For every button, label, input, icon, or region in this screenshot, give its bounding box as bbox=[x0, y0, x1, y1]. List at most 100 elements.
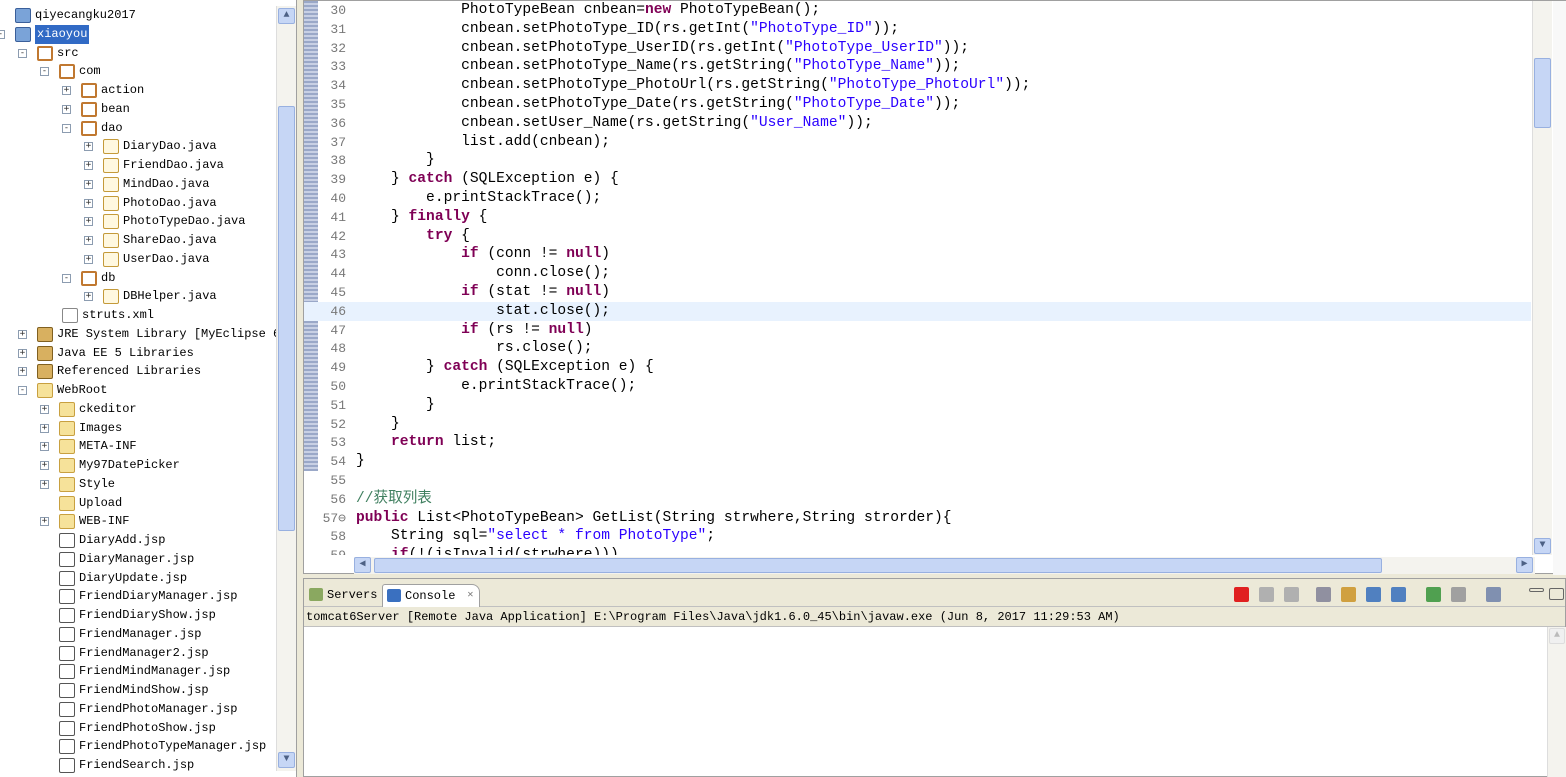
code-line[interactable]: 38 } bbox=[304, 151, 1531, 170]
scroll-thumb[interactable] bbox=[1534, 58, 1551, 128]
tree-item[interactable]: FriendManager.jsp bbox=[0, 625, 276, 644]
expand-icon[interactable]: + bbox=[18, 329, 27, 339]
tree-item[interactable]: FriendMindManager.jsp bbox=[0, 662, 276, 681]
expand-icon[interactable]: + bbox=[62, 104, 71, 114]
scroll-up-arrow-icon[interactable]: ▲ bbox=[278, 8, 295, 24]
scroll-thumb[interactable] bbox=[278, 106, 295, 531]
tree-item[interactable]: struts.xml bbox=[0, 306, 276, 325]
tree-item[interactable]: FriendSearch.jsp bbox=[0, 756, 276, 775]
tree-item[interactable]: FriendPhotoTypeManager.jsp bbox=[0, 737, 276, 756]
expand-icon[interactable]: + bbox=[84, 236, 93, 245]
code-line[interactable]: 35 cnbean.setPhotoType_Date(rs.getString… bbox=[304, 95, 1531, 114]
expand-icon[interactable]: + bbox=[40, 423, 49, 433]
open-console-icon[interactable] bbox=[1486, 587, 1501, 602]
expand-icon[interactable]: + bbox=[40, 442, 49, 452]
tree-item[interactable]: DiaryUpdate.jsp bbox=[0, 569, 276, 588]
display-console-icon[interactable] bbox=[1451, 587, 1466, 602]
code-line[interactable]: 53 return list; bbox=[304, 433, 1531, 452]
tree-item[interactable]: FriendDiaryShow.jsp bbox=[0, 606, 276, 625]
code-line[interactable]: 30 PhotoTypeBean cnbean=new PhotoTypeBea… bbox=[304, 1, 1531, 20]
scroll-up-arrow-icon[interactable]: ▲ bbox=[1549, 628, 1565, 644]
tree-item[interactable]: - db bbox=[0, 269, 276, 288]
scroll-left-arrow-icon[interactable]: ◀ bbox=[354, 557, 371, 573]
console-vertical-scrollbar[interactable]: ▲ bbox=[1547, 627, 1566, 777]
tree-item[interactable]: FriendPhotoManager.jsp bbox=[0, 700, 276, 719]
code-editor[interactable]: 30 PhotoTypeBean cnbean=new PhotoTypeBea… bbox=[303, 0, 1566, 575]
code-line[interactable]: 46 stat.close(); bbox=[304, 301, 1531, 321]
code-line[interactable]: 39 } catch (SQLException e) { bbox=[304, 170, 1531, 189]
code-line[interactable]: 45 if (stat != null) bbox=[304, 283, 1531, 302]
tree-item[interactable]: qiyecangku2017 bbox=[0, 6, 276, 25]
code-line[interactable]: 34 cnbean.setPhotoType_PhotoUrl(rs.getSt… bbox=[304, 76, 1531, 95]
editor-vertical-scrollbar[interactable]: ▼ bbox=[1532, 1, 1552, 555]
tree-item[interactable]: + MindDao.java bbox=[0, 175, 276, 194]
tree-item[interactable]: + My97DatePicker bbox=[0, 456, 276, 475]
code-line[interactable]: 40 e.printStackTrace(); bbox=[304, 189, 1531, 208]
terminate-icon[interactable] bbox=[1234, 587, 1249, 602]
collapse-icon[interactable]: - bbox=[62, 273, 71, 283]
tab-console[interactable]: Console ✕ bbox=[382, 584, 481, 607]
expand-icon[interactable]: + bbox=[84, 179, 93, 189]
pin-console-icon[interactable] bbox=[1426, 587, 1441, 602]
scroll-right-arrow-icon[interactable]: ▶ bbox=[1516, 557, 1533, 573]
collapse-icon[interactable]: - bbox=[18, 386, 27, 395]
tree-item[interactable]: + PhotoTypeDao.java bbox=[0, 212, 276, 231]
tree-item[interactable]: - dao bbox=[0, 119, 276, 138]
pin-icon[interactable] bbox=[1341, 587, 1356, 602]
expand-icon[interactable]: + bbox=[62, 86, 71, 95]
collapse-icon[interactable]: - bbox=[62, 123, 71, 133]
tree-item[interactable]: DiaryAdd.jsp bbox=[0, 531, 276, 550]
code-line[interactable]: 59 if(!(isInvalid(strwhere))) bbox=[304, 546, 1531, 555]
collapse-icon[interactable]: - bbox=[0, 29, 5, 39]
expand-icon[interactable]: + bbox=[84, 198, 93, 208]
tree-item[interactable]: + WEB-INF bbox=[0, 512, 276, 531]
tree-item[interactable]: + FriendDao.java bbox=[0, 156, 276, 175]
code-line[interactable]: 36 cnbean.setUser_Name(rs.getString("Use… bbox=[304, 114, 1531, 133]
tab-servers[interactable]: Servers bbox=[305, 584, 383, 607]
expand-icon[interactable]: + bbox=[18, 348, 27, 358]
code-line[interactable]: 48 rs.close(); bbox=[304, 339, 1531, 358]
code-line[interactable]: 58 String sql="select * from PhotoType"; bbox=[304, 527, 1531, 546]
scroll-down-arrow-icon[interactable]: ▼ bbox=[1534, 538, 1551, 554]
code-line[interactable]: 33 cnbean.setPhotoType_Name(rs.getString… bbox=[304, 57, 1531, 76]
expand-icon[interactable]: + bbox=[84, 217, 93, 227]
show-stderr-icon[interactable] bbox=[1391, 587, 1406, 602]
tree-item[interactable]: + Style bbox=[0, 475, 276, 494]
code-line[interactable]: 32 cnbean.setPhotoType_UserID(rs.getInt(… bbox=[304, 39, 1531, 58]
tree-item[interactable]: - WebRoot bbox=[0, 381, 276, 400]
code-line[interactable]: 42 try { bbox=[304, 227, 1531, 246]
remove-launch-icon[interactable] bbox=[1259, 587, 1274, 602]
expand-icon[interactable]: + bbox=[40, 404, 49, 414]
tree-item[interactable]: + DBHelper.java bbox=[0, 287, 276, 306]
tree-item[interactable]: + Images bbox=[0, 419, 276, 438]
tree-item[interactable]: - com bbox=[0, 62, 276, 81]
tree-item[interactable]: + META-INF bbox=[0, 437, 276, 456]
tree-item[interactable]: + UserDao.java bbox=[0, 250, 276, 269]
tree-item[interactable]: FriendMindShow.jsp bbox=[0, 681, 276, 700]
tree-item[interactable]: + ckeditor bbox=[0, 400, 276, 419]
code-line[interactable]: 41 } finally { bbox=[304, 208, 1531, 227]
code-line[interactable]: 49 } catch (SQLException e) { bbox=[304, 358, 1531, 377]
maximize-icon[interactable] bbox=[1549, 588, 1564, 600]
expand-icon[interactable]: + bbox=[40, 479, 49, 489]
tree-item[interactable]: + JRE System Library [MyEclipse 6.5 bbox=[0, 325, 295, 344]
code-line[interactable]: 51 } bbox=[304, 396, 1531, 415]
scroll-thumb[interactable] bbox=[374, 558, 1382, 573]
show-stdout-icon[interactable] bbox=[1366, 587, 1381, 602]
code-line[interactable]: 44 conn.close(); bbox=[304, 264, 1531, 283]
tree-item[interactable]: + DiaryDao.java bbox=[0, 137, 276, 156]
tree-item[interactable]: + Java EE 5 Libraries bbox=[0, 344, 276, 363]
tree-item[interactable]: FriendDiaryManager.jsp bbox=[0, 587, 276, 606]
tree-item[interactable]: - src bbox=[0, 44, 276, 63]
expand-icon[interactable]: + bbox=[40, 517, 49, 527]
tree-vertical-scrollbar[interactable]: ▲ ▼ bbox=[276, 6, 296, 771]
tree-item[interactable]: FriendManager2.jsp bbox=[0, 644, 276, 663]
editor-horizontal-scrollbar[interactable]: ◀ bbox=[354, 557, 1535, 574]
expand-icon[interactable]: + bbox=[84, 161, 93, 170]
code-line[interactable]: 43 if (conn != null) bbox=[304, 245, 1531, 264]
code-line[interactable]: 55 bbox=[304, 471, 1531, 490]
code-line[interactable]: 52 } bbox=[304, 415, 1531, 434]
code-line[interactable]: 54} bbox=[304, 452, 1531, 471]
tree-item[interactable]: DiaryManager.jsp bbox=[0, 550, 276, 569]
expand-icon[interactable]: + bbox=[18, 367, 27, 377]
